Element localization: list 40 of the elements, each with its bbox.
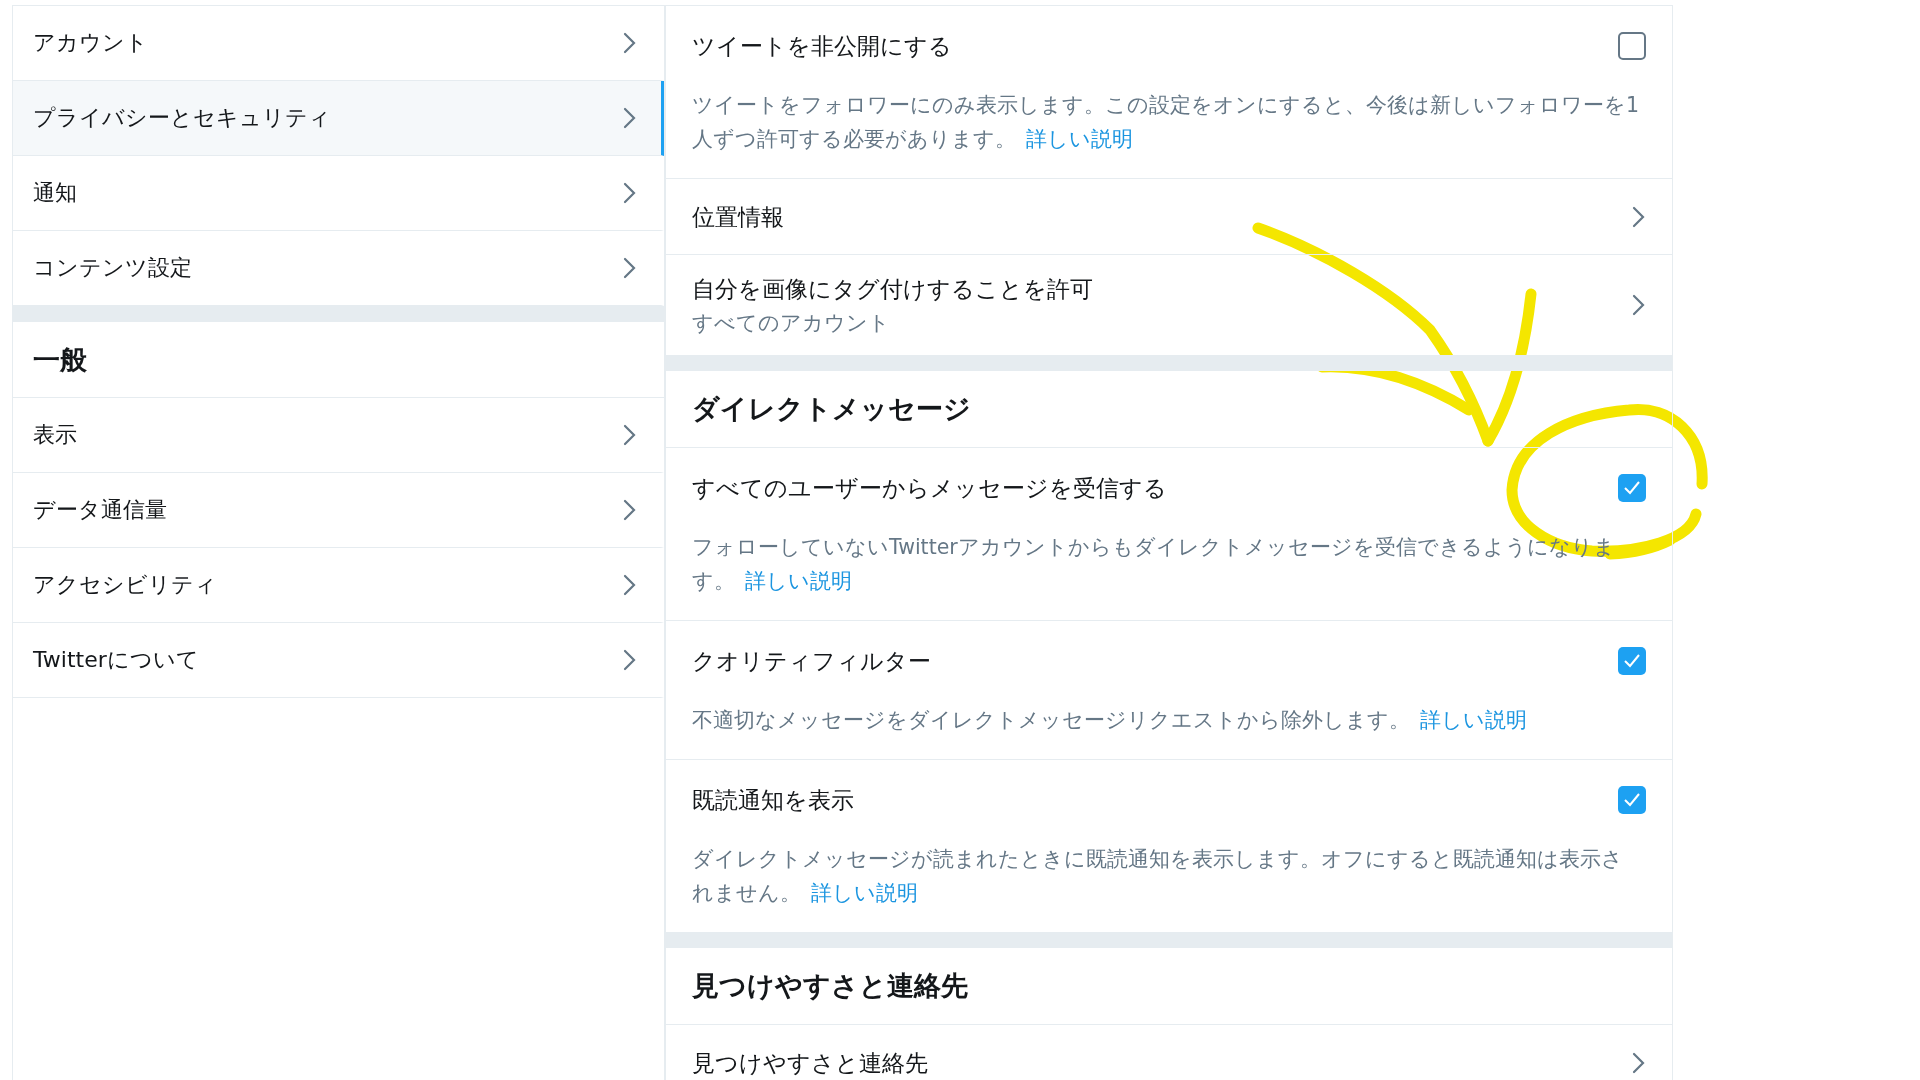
setting-description: 不適切なメッセージをダイレクトメッセージリクエストから除外します。 詳しい説明	[692, 707, 1528, 734]
setting-title: 自分を画像にタグ付けすることを許可	[692, 275, 1093, 304]
setting-title: すべてのユーザーからメッセージを受信する	[692, 474, 1167, 503]
sidebar-item[interactable]: アクセシビリティ	[13, 548, 664, 623]
chevron-right-icon	[623, 499, 637, 521]
setting-description: ツイートをフォロワーにのみ表示します。この設定をオンにすると、今後は新しいフォロワーを1人ずつ許可する必要があります。 詳しい説明	[692, 92, 1641, 153]
setting-description: ダイレクトメッセージが読まれたときに既読通知を表示します。オフにすると既読通知は表示されません。 詳しい説明	[692, 846, 1624, 907]
setting-title: 既読通知を表示	[692, 786, 854, 815]
chevron-right-icon	[1632, 205, 1646, 228]
settings-row[interactable]: 見つけやすさと連絡先	[666, 1025, 1672, 1080]
chevron-right-icon	[623, 107, 637, 129]
chevron-right-icon	[623, 32, 637, 54]
checkbox[interactable]	[1618, 786, 1646, 814]
settings-row[interactable]: 位置情報	[666, 179, 1672, 255]
setting-title: ツイートを非公開にする	[692, 32, 952, 61]
section-heading: 見つけやすさと連絡先	[692, 969, 968, 1003]
setting-title: クオリティフィルター	[692, 647, 931, 676]
chevron-right-icon	[1632, 1051, 1646, 1074]
chevron-right-icon	[623, 574, 637, 596]
chevron-right-icon	[623, 182, 637, 204]
check-icon	[1623, 480, 1641, 496]
checkbox[interactable]	[1618, 474, 1646, 502]
setting-title: 見つけやすさと連絡先	[692, 1048, 928, 1078]
checkbox[interactable]	[1618, 32, 1646, 60]
section-heading: 一般	[33, 342, 87, 377]
checkbox[interactable]	[1618, 647, 1646, 675]
chevron-right-icon	[623, 649, 637, 671]
sidebar-item[interactable]: Twitterについて	[13, 623, 664, 698]
chevron-right-icon	[1632, 294, 1646, 316]
chevron-right-icon	[623, 424, 637, 446]
setting-value: すべてのアカウント	[692, 310, 890, 337]
sidebar-item[interactable]: 表示	[13, 398, 664, 473]
setting-title: 位置情報	[692, 202, 784, 232]
sidebar-item[interactable]: 通知	[13, 156, 664, 231]
sidebar-item[interactable]: データ通信量	[13, 473, 664, 548]
sidebar-item[interactable]: プライバシーとセキュリティ	[13, 81, 664, 156]
check-icon	[1623, 792, 1641, 808]
section-heading: ダイレクトメッセージ	[692, 392, 971, 426]
check-icon	[1623, 653, 1641, 669]
chevron-right-icon	[623, 257, 637, 279]
